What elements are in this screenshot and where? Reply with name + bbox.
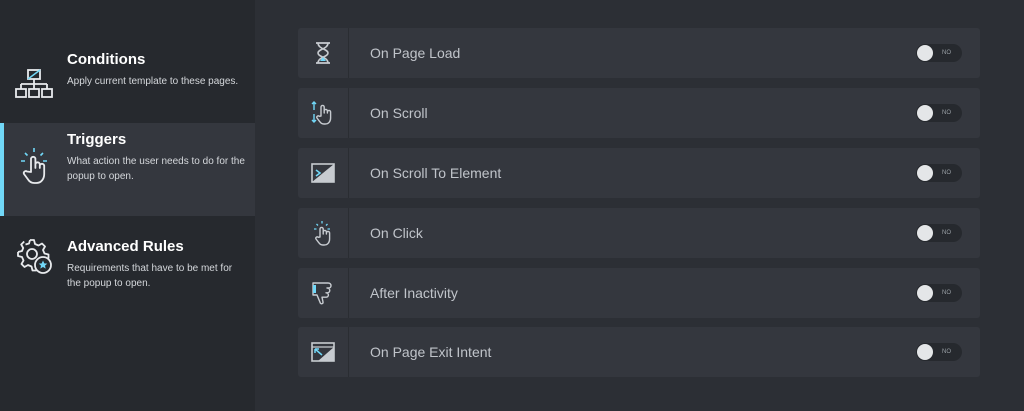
toggle-switch[interactable]: NO xyxy=(916,104,962,122)
active-indicator xyxy=(0,123,4,216)
triggers-panel: On Page Load NO On Scroll NO On Scroll T… xyxy=(255,0,1024,411)
trigger-row-click: On Click NO xyxy=(298,208,980,258)
click-hand-icon xyxy=(314,221,331,246)
sidebar-item-title: Advanced Rules xyxy=(67,238,184,255)
toggle-label: NO xyxy=(942,110,951,116)
sidebar-item-description: Apply current template to these pages. xyxy=(67,76,239,87)
trigger-label: After Inactivity xyxy=(370,285,458,301)
toggle-knob xyxy=(917,285,933,301)
toggle-label: NO xyxy=(942,170,951,176)
trigger-icon-cell xyxy=(298,208,349,258)
sidebar: Conditions Apply current template to the… xyxy=(0,0,255,411)
sidebar-item-advanced-rules[interactable]: Advanced Rules Requirements that have to… xyxy=(0,230,255,323)
toggle-label: NO xyxy=(942,230,951,236)
sidebar-item-title: Conditions xyxy=(67,51,146,68)
toggle-switch[interactable]: NO xyxy=(916,224,962,242)
sidebar-item-title: Triggers xyxy=(67,131,127,148)
toggle-knob xyxy=(917,105,933,121)
trigger-icon-cell xyxy=(298,28,349,78)
toggle-knob xyxy=(917,45,933,61)
trigger-icon-cell xyxy=(298,327,349,377)
toggle-switch[interactable]: NO xyxy=(916,164,962,182)
trigger-row-page-load: On Page Load NO xyxy=(298,28,980,78)
scroll-hand-icon xyxy=(311,101,332,125)
trigger-icon-cell xyxy=(298,148,349,198)
trigger-row-scroll-to-element: On Scroll To Element NO xyxy=(298,148,980,198)
trigger-row-scroll: On Scroll NO xyxy=(298,88,980,138)
trigger-label: On Scroll To Element xyxy=(370,165,502,181)
toggle-knob xyxy=(917,225,933,241)
trigger-icon-cell xyxy=(298,268,349,318)
trigger-icon-cell xyxy=(298,88,349,138)
toggle-label: NO xyxy=(942,50,951,56)
trigger-label: On Click xyxy=(370,225,423,241)
sidebar-item-description: Requirements that have to be met for the… xyxy=(67,263,233,289)
inactivity-hand-icon xyxy=(312,282,332,305)
trigger-label: On Page Exit Intent xyxy=(370,344,492,360)
trigger-row-inactivity: After Inactivity NO xyxy=(298,268,980,318)
scroll-to-element-icon xyxy=(311,163,335,183)
exit-intent-icon xyxy=(311,342,335,362)
sidebar-item-triggers[interactable]: Triggers What action the user needs to d… xyxy=(0,123,255,216)
sidebar-item-description: What action the user needs to do for the… xyxy=(67,156,245,182)
toggle-switch[interactable]: NO xyxy=(916,44,962,62)
toggle-knob xyxy=(917,165,933,181)
trigger-row-exit-intent: On Page Exit Intent NO xyxy=(298,327,980,377)
toggle-switch[interactable]: NO xyxy=(916,284,962,302)
toggle-knob xyxy=(917,344,933,360)
hourglass-icon xyxy=(316,42,330,64)
trigger-label: On Scroll xyxy=(370,105,428,121)
gear-star-icon xyxy=(17,239,52,274)
trigger-label: On Page Load xyxy=(370,45,461,61)
toggle-switch[interactable]: NO xyxy=(916,343,962,361)
sitemap-icon xyxy=(15,69,53,98)
toggle-label: NO xyxy=(942,290,951,296)
hand-tap-icon xyxy=(21,148,47,184)
toggle-label: NO xyxy=(942,349,951,355)
